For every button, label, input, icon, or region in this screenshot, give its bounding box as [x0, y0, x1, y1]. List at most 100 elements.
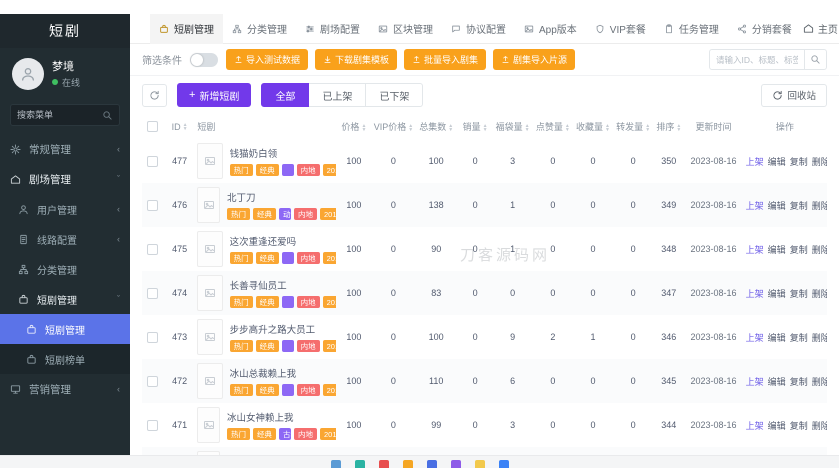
sidebar-search-input[interactable] [17, 110, 98, 120]
select-all-checkbox[interactable] [142, 114, 163, 139]
sort-icon[interactable]: ▲ ▼ [483, 123, 488, 132]
sidebar-item-6[interactable]: 短剧管理 [0, 314, 130, 344]
row-action-复制[interactable]: 复制 [790, 157, 808, 167]
row-action-复制[interactable]: 复制 [790, 245, 808, 255]
add-drama-button[interactable]: + 新增短剧 [177, 83, 252, 107]
tab-0[interactable]: 短剧管理 [150, 13, 223, 44]
taskbar-app-icon[interactable] [330, 460, 341, 468]
taskbar-app-icon[interactable] [474, 460, 485, 468]
sidebar-item-7[interactable]: 短剧榜单 [0, 344, 130, 374]
search-icon[interactable] [102, 110, 113, 121]
taskbar-app-icon[interactable] [402, 460, 413, 468]
row-checkbox[interactable] [146, 199, 158, 211]
column-header-6[interactable]: 销量 ▲ ▼ [458, 114, 493, 139]
filter-action-button-2[interactable]: 批量导入剧集 [404, 49, 487, 70]
row-action-上架[interactable]: 上架 [746, 201, 764, 211]
search-submit-button[interactable] [804, 50, 826, 69]
drama-thumbnail[interactable] [197, 363, 223, 399]
row-action-上架[interactable]: 上架 [746, 421, 764, 431]
column-header-5[interactable]: 总集数 ▲ ▼ [415, 114, 458, 139]
drama-thumbnail[interactable] [197, 231, 223, 267]
home-link[interactable]: 主页 [803, 21, 838, 36]
checkbox[interactable] [146, 121, 158, 133]
drama-thumbnail[interactable] [197, 407, 220, 443]
sort-icon[interactable]: ▲ ▼ [361, 123, 366, 132]
drama-thumbnail[interactable] [197, 275, 223, 311]
filter-action-button-3[interactable]: 剧集导入片源 [493, 49, 576, 70]
row-action-删除[interactable]: 删除 [812, 289, 827, 299]
column-header-1[interactable]: ID ▲ ▼ [163, 114, 197, 139]
row-action-复制[interactable]: 复制 [790, 377, 808, 387]
segment-1[interactable]: 已上架 [309, 83, 367, 107]
row-action-删除[interactable]: 删除 [812, 245, 827, 255]
taskbar-app-icon[interactable] [354, 460, 365, 468]
tab-5[interactable]: App版本 [515, 14, 586, 44]
sidebar-item-0[interactable]: 常规管理 ‹ [0, 134, 130, 164]
row-action-复制[interactable]: 复制 [790, 333, 808, 343]
sidebar-item-1[interactable]: 剧场管理 ˇ [0, 164, 130, 194]
row-action-编辑[interactable]: 编辑 [768, 245, 786, 255]
row-action-复制[interactable]: 复制 [790, 289, 808, 299]
row-checkbox[interactable] [146, 375, 158, 387]
segment-2[interactable]: 已下架 [366, 83, 424, 107]
row-action-删除[interactable]: 删除 [812, 421, 827, 431]
sort-icon[interactable]: ▲ ▼ [183, 123, 188, 132]
taskbar-app-icon[interactable] [498, 460, 509, 468]
table-search-input[interactable] [710, 54, 804, 65]
taskbar-app-icon[interactable] [450, 460, 461, 468]
row-action-上架[interactable]: 上架 [746, 333, 764, 343]
filter-toggle[interactable] [190, 52, 218, 67]
row-action-上架[interactable]: 上架 [746, 245, 764, 255]
tab-1[interactable]: 分类管理 [223, 14, 296, 44]
drama-thumbnail[interactable] [197, 187, 220, 223]
row-action-编辑[interactable]: 编辑 [768, 289, 786, 299]
row-action-上架[interactable]: 上架 [746, 289, 764, 299]
sort-icon[interactable]: ▲ ▼ [605, 123, 610, 132]
sidebar-item-8[interactable]: 营销管理 ‹ [0, 374, 130, 404]
filter-action-button-1[interactable]: 下载剧集模板 [315, 49, 398, 70]
recycle-bin-button[interactable]: 回收站 [761, 83, 827, 107]
taskbar-app-icon[interactable] [426, 460, 437, 468]
sort-icon[interactable]: ▲ ▼ [525, 123, 530, 132]
column-header-7[interactable]: 福袋量 ▲ ▼ [493, 114, 533, 139]
column-header-8[interactable]: 点赞量 ▲ ▼ [533, 114, 573, 139]
row-checkbox[interactable] [146, 419, 158, 431]
sort-icon[interactable]: ▲ ▼ [676, 123, 681, 132]
row-action-编辑[interactable]: 编辑 [768, 377, 786, 387]
row-checkbox[interactable] [146, 243, 158, 255]
row-checkbox[interactable] [146, 331, 158, 343]
sort-icon[interactable]: ▲ ▼ [448, 123, 453, 132]
drama-thumbnail[interactable] [197, 319, 223, 355]
tab-6[interactable]: VIP套餐 [586, 14, 655, 44]
tab-2[interactable]: 剧场配置 [296, 14, 369, 44]
column-header-11[interactable]: 排序 ▲ ▼ [653, 114, 684, 139]
row-action-删除[interactable]: 删除 [812, 157, 827, 167]
row-action-编辑[interactable]: 编辑 [768, 201, 786, 211]
refresh-button[interactable] [142, 83, 167, 107]
row-action-删除[interactable]: 删除 [812, 333, 827, 343]
tab-7[interactable]: 任务管理 [655, 14, 728, 44]
tab-8[interactable]: 分销套餐 [728, 14, 801, 44]
taskbar-app-icon[interactable] [378, 460, 389, 468]
row-checkbox[interactable] [146, 155, 158, 167]
row-action-复制[interactable]: 复制 [790, 421, 808, 431]
row-action-上架[interactable]: 上架 [746, 377, 764, 387]
column-header-9[interactable]: 收藏量 ▲ ▼ [573, 114, 613, 139]
sidebar-item-2[interactable]: 用户管理 ‹ [0, 194, 130, 224]
sidebar-item-5[interactable]: 短剧管理 ˇ [0, 284, 130, 314]
row-action-删除[interactable]: 删除 [812, 377, 827, 387]
row-action-编辑[interactable]: 编辑 [768, 333, 786, 343]
drama-thumbnail[interactable] [197, 143, 223, 179]
row-action-编辑[interactable]: 编辑 [768, 421, 786, 431]
column-header-3[interactable]: 价格 ▲ ▼ [336, 114, 372, 139]
row-action-上架[interactable]: 上架 [746, 157, 764, 167]
sidebar-item-3[interactable]: 线路配置 ‹ [0, 224, 130, 254]
sort-icon[interactable]: ▲ ▼ [408, 123, 413, 132]
sort-icon[interactable]: ▲ ▼ [645, 123, 650, 132]
sort-icon[interactable]: ▲ ▼ [565, 123, 570, 132]
row-action-删除[interactable]: 删除 [812, 201, 827, 211]
column-header-4[interactable]: VIP价格 ▲ ▼ [372, 114, 415, 139]
tab-4[interactable]: 协议配置 [442, 14, 515, 44]
column-header-10[interactable]: 转发量 ▲ ▼ [613, 114, 653, 139]
tab-3[interactable]: 区块管理 [369, 14, 442, 44]
